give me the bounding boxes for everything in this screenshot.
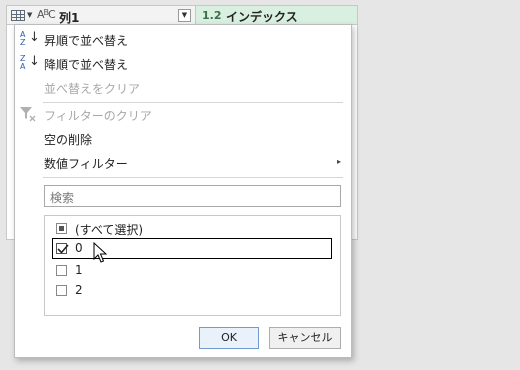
cancel-button[interactable]: キャンセル [269,327,341,349]
menu-item-label: 並べ替えをクリア [44,82,141,96]
menu-item-label: 空の削除 [44,133,93,147]
sort-ascending-icon: A Z ↓ [20,30,40,47]
value-checkbox[interactable] [56,243,69,254]
value-list[interactable]: (すべて選択) 0 1 2 [44,215,341,316]
list-item-label: (すべて選択) [75,223,144,237]
text-type-icon[interactable]: ABC [37,8,56,21]
column-header-2[interactable]: 1.2 インデックス ▼ [196,6,357,25]
column-filter-dropdown-button[interactable]: ▼ [178,9,191,22]
search-input[interactable]: 検索 [44,185,341,207]
menu-item-label: 数値フィルター [44,157,128,171]
column-header-1[interactable]: ▼ ABC 列1 ▼ [7,6,196,25]
menu-item-label: 昇順で並べ替え [44,34,129,48]
menu-item-sort-descending[interactable]: Z A ↓ 降順で並べ替え [15,52,351,74]
select-all-checkbox[interactable] [56,223,67,234]
clear-filter-icon [19,106,37,122]
menu-item-remove-empty[interactable]: 空の削除 [15,127,351,149]
menu-separator [43,177,343,178]
value-checkbox[interactable] [56,285,67,296]
list-item-label: 1 [75,263,83,277]
menu-item-clear-filter[interactable]: フィルターのクリア [15,103,351,125]
value-checkbox[interactable] [56,265,67,276]
menu-item-label: フィルターのクリア [44,109,152,123]
list-item-label: 0 [75,241,83,255]
list-item-select-all[interactable]: (すべて選択) [45,217,340,239]
list-item[interactable]: 1 [45,259,340,281]
chevron-right-icon: ▸ [336,157,341,166]
list-item-label: 2 [75,283,83,297]
sort-descending-icon: Z A ↓ [20,54,40,71]
caret-down-icon[interactable]: ▼ [27,11,32,19]
column-name: インデックス [226,10,298,24]
ok-button[interactable]: OK [199,327,259,349]
list-item[interactable]: 0 [45,237,340,259]
list-item[interactable]: 2 [45,279,340,301]
filter-menu: A Z ↓ 昇順で並べ替え Z A ↓ 降順で並べ替え 並べ替えをクリア フィルターのク… [14,24,352,358]
menu-item-label: 降順で並べ替え [44,58,129,72]
menu-item-number-filters[interactable]: 数値フィルター ▸ [15,151,351,173]
menu-item-sort-ascending[interactable]: A Z ↓ 昇順で並べ替え [15,28,351,50]
mouse-cursor-icon [93,242,107,263]
table-icon[interactable] [11,10,25,21]
decimal-type-icon[interactable]: 1.2 [202,9,222,22]
menu-item-clear-sort[interactable]: 並べ替えをクリア [15,76,351,98]
